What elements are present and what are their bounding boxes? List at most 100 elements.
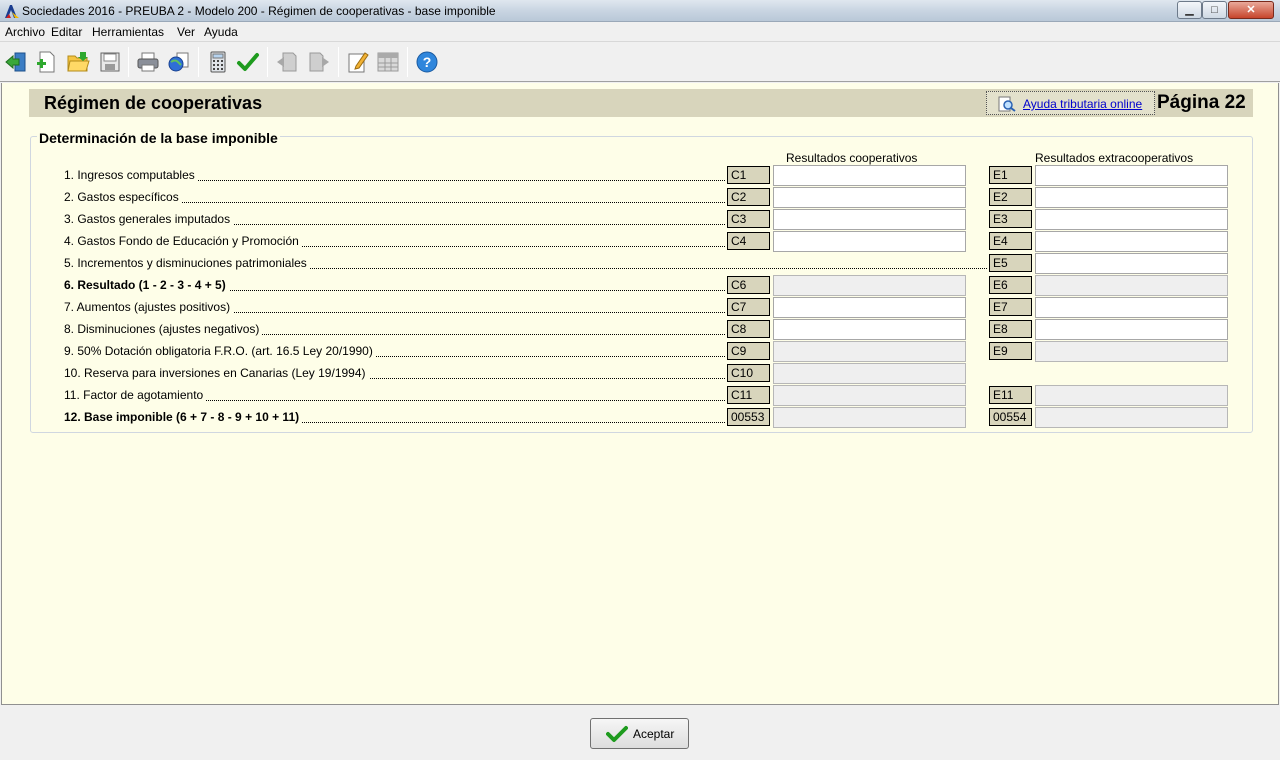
title-bar: Sociedades 2016 - PREUBA 2 - Modelo 200 … xyxy=(0,0,1280,22)
box-code-extracooperative: E8 xyxy=(989,320,1032,338)
box-code-cooperative: C2 xyxy=(727,188,770,206)
column-header-cooperative: Resultados cooperativos xyxy=(786,151,918,165)
app-logo-icon xyxy=(5,5,19,18)
box-code-cooperative: C10 xyxy=(727,364,770,382)
box-code-extracooperative: E3 xyxy=(989,210,1032,228)
menu-bar: Archivo Editar Herramientas Ver Ayuda xyxy=(0,22,1280,42)
exit-icon[interactable] xyxy=(4,50,28,74)
cooperative-amount-input[interactable] xyxy=(773,297,966,318)
box-code-cooperative: C1 xyxy=(727,166,770,184)
box-code-cooperative: C6 xyxy=(727,276,770,294)
box-code-cooperative: C8 xyxy=(727,320,770,338)
cooperative-amount-input[interactable] xyxy=(773,209,966,230)
menu-herramientas[interactable]: Herramientas xyxy=(92,25,164,39)
section-title: Determinación de la base imponible xyxy=(37,130,280,146)
page-title: Régimen de cooperativas xyxy=(44,93,263,113)
toolbar-separator xyxy=(128,47,129,77)
minimize-button[interactable]: ▁ xyxy=(1177,1,1202,19)
extracooperative-amount-input xyxy=(1035,341,1228,362)
row-label: 8. Disminuciones (ajustes negativos) xyxy=(64,322,263,336)
online-help-link[interactable]: Ayuda tributaria online xyxy=(1023,97,1142,111)
box-code-extracooperative: E9 xyxy=(989,342,1032,360)
table-icon xyxy=(377,52,399,72)
row-label: 9. 50% Dotación obligatoria F.R.O. (art.… xyxy=(64,344,376,358)
extracooperative-amount-input xyxy=(1035,407,1228,428)
toolbar-separator xyxy=(407,47,408,77)
cooperative-amount-input xyxy=(773,363,966,384)
cooperative-amount-input xyxy=(773,275,966,296)
extracooperative-amount-input[interactable] xyxy=(1035,297,1228,318)
toolbar-separator xyxy=(267,47,268,77)
check-icon[interactable] xyxy=(236,50,260,74)
box-code-cooperative: C4 xyxy=(727,232,770,250)
cooperative-amount-input xyxy=(773,385,966,406)
menu-ayuda[interactable]: Ayuda xyxy=(204,25,238,39)
row-label: 5. Incrementos y disminuciones patrimoni… xyxy=(64,256,310,270)
box-code-extracooperative: E1 xyxy=(989,166,1032,184)
box-code-extracooperative: E5 xyxy=(989,254,1032,272)
box-code-cooperative: C7 xyxy=(727,298,770,316)
extracooperative-amount-input[interactable] xyxy=(1035,231,1228,252)
row-label: 11. Factor de agotamiento xyxy=(64,388,207,402)
box-code-extracooperative: E11 xyxy=(989,386,1032,404)
box-code-extracooperative: E4 xyxy=(989,232,1032,250)
box-code-extracooperative: E7 xyxy=(989,298,1032,316)
extracooperative-amount-input xyxy=(1035,275,1228,296)
box-code-extracooperative: 00554 xyxy=(989,408,1032,426)
menu-archivo[interactable]: Archivo xyxy=(5,25,45,39)
extracooperative-amount-input[interactable] xyxy=(1035,319,1228,340)
extracooperative-amount-input[interactable] xyxy=(1035,187,1228,208)
button-bar: Aceptar xyxy=(0,706,1280,760)
cooperative-amount-input xyxy=(773,341,966,362)
cooperative-amount-input xyxy=(773,407,966,428)
row-label: 10. Reserva para inversiones en Canarias… xyxy=(64,366,369,380)
cooperative-amount-input[interactable] xyxy=(773,165,966,186)
maximize-button[interactable]: □ xyxy=(1202,1,1227,19)
row-label: 4. Gastos Fondo de Educación y Promoción xyxy=(64,234,302,248)
row-label: 2. Gastos específicos xyxy=(64,190,182,204)
row-label: 3. Gastos generales imputados xyxy=(64,212,234,226)
box-code-extracooperative: E6 xyxy=(989,276,1032,294)
box-code-cooperative: C11 xyxy=(727,386,770,404)
menu-ver[interactable]: Ver xyxy=(177,25,195,39)
page-number: Página 22 xyxy=(1157,92,1246,113)
box-code-extracooperative: E2 xyxy=(989,188,1032,206)
row-label: 7. Aumentos (ajustes positivos) xyxy=(64,300,234,314)
online-help-box[interactable]: Ayuda tributaria online xyxy=(986,91,1155,115)
previous-page-icon xyxy=(277,52,297,72)
box-code-cooperative: C9 xyxy=(727,342,770,360)
menu-editar[interactable]: Editar xyxy=(51,25,82,39)
extracooperative-amount-input[interactable] xyxy=(1035,209,1228,230)
accept-label: Aceptar xyxy=(633,727,675,741)
extracooperative-amount-input[interactable] xyxy=(1035,253,1228,274)
row-label: 1. Ingresos computables xyxy=(64,168,198,182)
extracooperative-amount-input[interactable] xyxy=(1035,165,1228,186)
row-label: 6. Resultado (1 - 2 - 3 - 4 + 5) xyxy=(64,278,229,292)
toolbar-separator xyxy=(198,47,199,77)
magnifier-document-icon xyxy=(998,96,1016,112)
check-icon xyxy=(606,726,628,742)
cooperative-amount-input[interactable] xyxy=(773,231,966,252)
cooperative-amount-input[interactable] xyxy=(773,319,966,340)
internet-globe-icon[interactable] xyxy=(167,50,191,74)
save-icon[interactable] xyxy=(98,50,122,74)
next-page-icon xyxy=(309,52,329,72)
open-folder-icon[interactable] xyxy=(66,50,90,74)
cooperative-amount-input[interactable] xyxy=(773,187,966,208)
close-button[interactable]: ✕ xyxy=(1228,1,1274,19)
window-title: Sociedades 2016 - PREUBA 2 - Modelo 200 … xyxy=(22,4,496,18)
print-icon[interactable] xyxy=(136,50,160,74)
edit-icon[interactable] xyxy=(346,50,370,74)
toolbar: ? xyxy=(0,42,1280,82)
calculator-icon[interactable] xyxy=(206,50,230,74)
box-code-cooperative: C3 xyxy=(727,210,770,228)
help-icon[interactable]: ? xyxy=(415,50,439,74)
accept-button[interactable]: Aceptar xyxy=(590,718,689,749)
toolbar-separator xyxy=(338,47,339,77)
form-content: Régimen de cooperativas Ayuda tributaria… xyxy=(1,83,1279,705)
box-code-cooperative: 00553 xyxy=(727,408,770,426)
new-document-icon[interactable] xyxy=(34,50,58,74)
column-header-extracooperative: Resultados extracooperativos xyxy=(1035,151,1194,165)
svg-text:?: ? xyxy=(423,54,432,70)
row-label: 12. Base imponible (6 + 7 - 8 - 9 + 10 +… xyxy=(64,410,303,424)
